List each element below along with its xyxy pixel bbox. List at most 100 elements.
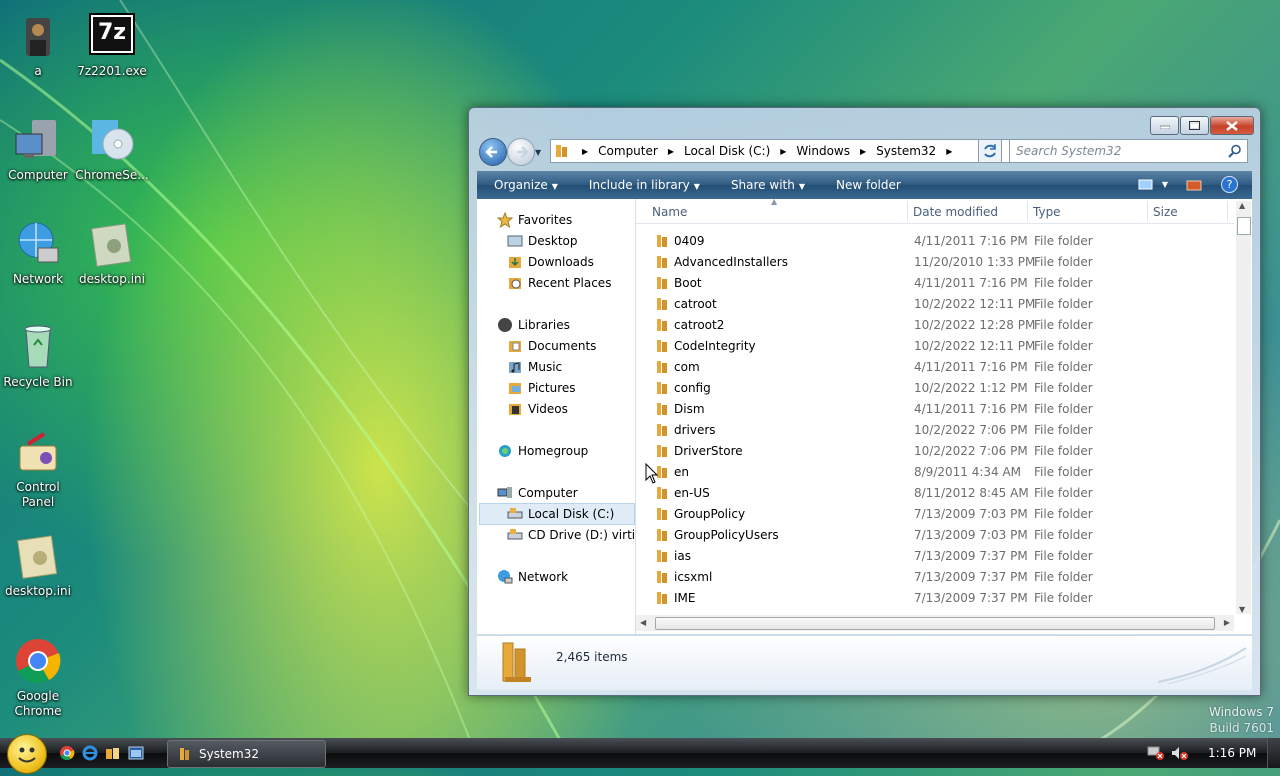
minimize-button[interactable] bbox=[1150, 116, 1179, 135]
vertical-scroll-thumb[interactable] bbox=[1237, 217, 1251, 235]
nav-homegroup[interactable]: Homegroup bbox=[497, 443, 588, 459]
column-size[interactable]: Size bbox=[1153, 205, 1178, 219]
nav-documents[interactable]: Documents bbox=[507, 338, 596, 354]
table-row[interactable]: DriverStore 10/2/2022 7:06 PM File folder bbox=[650, 440, 1230, 461]
column-name[interactable]: Name bbox=[652, 205, 687, 219]
maximize-button[interactable] bbox=[1180, 116, 1209, 135]
desktop-icon-7zip[interactable]: 7z 7z2201.exe bbox=[74, 12, 150, 79]
table-row[interactable]: ias 7/13/2009 7:37 PM File folder bbox=[650, 545, 1230, 566]
scroll-up-icon[interactable]: ▲ bbox=[1239, 201, 1245, 210]
refresh-button[interactable] bbox=[978, 139, 1002, 163]
nav-recent-places[interactable]: Recent Places bbox=[507, 275, 611, 291]
breadcrumb-chevron-icon[interactable]: ▶ bbox=[860, 147, 866, 156]
desktop-icon-google-chrome[interactable]: Google Chrome bbox=[0, 637, 76, 719]
table-row[interactable]: en 8/9/2011 4:34 AM File folder bbox=[650, 461, 1230, 482]
nav-desktop[interactable]: Desktop bbox=[507, 233, 578, 249]
nav-local-disk[interactable]: Local Disk (C:) bbox=[507, 506, 614, 522]
new-folder-button[interactable]: New folder bbox=[836, 178, 901, 192]
view-dropdown-icon[interactable]: ▼ bbox=[1162, 180, 1168, 189]
desktop-icon-computer[interactable]: Computer bbox=[0, 116, 76, 183]
vertical-scrollbar[interactable]: ▲ ▼ bbox=[1236, 201, 1251, 614]
breadcrumb-chevron-icon[interactable]: ▶ bbox=[946, 147, 952, 156]
taskbar-window-system32[interactable]: System32 bbox=[167, 740, 326, 768]
table-row[interactable]: com 4/11/2011 7:16 PM File folder bbox=[650, 356, 1230, 377]
desktop-icon-chromesetup[interactable]: ChromeSe... bbox=[74, 116, 150, 183]
scroll-right-icon[interactable]: ▶ bbox=[1224, 618, 1230, 627]
tray-network-error[interactable] bbox=[1147, 745, 1165, 764]
explorer-window[interactable]: ▼ ▶ Computer ▶ Local Disk (C:) ▶ Windows… bbox=[468, 107, 1261, 696]
nav-favorites[interactable]: Favorites bbox=[497, 212, 572, 228]
nav-libraries[interactable]: Libraries bbox=[497, 317, 570, 333]
table-row[interactable]: GroupPolicy 7/13/2009 7:03 PM File folder bbox=[650, 503, 1230, 524]
table-row[interactable]: 0409 4/11/2011 7:16 PM File folder bbox=[650, 230, 1230, 251]
breadcrumb-system32[interactable]: System32 bbox=[876, 144, 936, 158]
search-box[interactable]: Search System32 bbox=[1009, 139, 1248, 163]
nav-downloads[interactable]: Downloads bbox=[507, 254, 594, 270]
column-separator[interactable] bbox=[1027, 201, 1028, 221]
quicklaunch-internet-explorer[interactable] bbox=[82, 745, 98, 764]
desktop-icon-recycle-bin[interactable]: Recycle Bin bbox=[0, 323, 76, 390]
include-in-library-menu[interactable]: Include in library ▼ bbox=[589, 178, 700, 192]
desktop-icon-label: Google Chrome bbox=[14, 689, 62, 718]
new-folder-label: New folder bbox=[836, 178, 901, 192]
table-row[interactable]: config 10/2/2022 1:12 PM File folder bbox=[650, 377, 1230, 398]
column-separator[interactable] bbox=[1147, 201, 1148, 221]
show-desktop-button[interactable] bbox=[1267, 738, 1280, 768]
scroll-left-icon[interactable]: ◀ bbox=[640, 618, 646, 627]
organize-menu[interactable]: Organize ▼ bbox=[494, 178, 558, 192]
nav-computer[interactable]: Computer bbox=[497, 485, 578, 501]
back-button[interactable] bbox=[479, 138, 507, 166]
address-bar[interactable]: ▶ Computer ▶ Local Disk (C:) ▶ Windows ▶… bbox=[550, 139, 1052, 163]
table-row[interactable]: catroot 10/2/2022 12:11 PM File folder bbox=[650, 293, 1230, 314]
view-options-button[interactable] bbox=[1138, 178, 1154, 195]
quicklaunch-chrome[interactable] bbox=[59, 745, 75, 764]
nav-videos[interactable]: Videos bbox=[507, 401, 568, 417]
scroll-down-icon[interactable]: ▼ bbox=[1239, 605, 1245, 614]
search-icon[interactable] bbox=[1228, 144, 1242, 158]
recent-pages-chevron-icon[interactable]: ▼ bbox=[535, 148, 541, 157]
file-list[interactable]: Name ▲ Date modified Type Size 0409 4/11/… bbox=[636, 197, 1252, 634]
breadcrumb-chevron-icon[interactable]: ▶ bbox=[780, 147, 786, 156]
quicklaunch-explorer[interactable] bbox=[105, 745, 121, 764]
desktop-icon-network[interactable]: Network bbox=[0, 220, 76, 287]
table-row[interactable]: GroupPolicyUsers 7/13/2009 7:03 PM File fo… bbox=[650, 524, 1230, 545]
column-type[interactable]: Type bbox=[1033, 205, 1061, 219]
table-row[interactable]: drivers 10/2/2022 7:06 PM File folder bbox=[650, 419, 1230, 440]
table-row[interactable]: Boot 4/11/2011 7:16 PM File folder bbox=[650, 272, 1230, 293]
close-button[interactable] bbox=[1210, 116, 1254, 135]
breadcrumb-chevron-icon[interactable]: ▶ bbox=[668, 147, 674, 156]
table-row[interactable]: AdvancedInstallers 11/20/2010 1:33 PM File… bbox=[650, 251, 1230, 272]
horizontal-scrollbar[interactable]: ◀ ▶ bbox=[636, 615, 1234, 631]
breadcrumb-computer[interactable]: Computer bbox=[598, 144, 658, 158]
table-row[interactable]: en-US 8/11/2012 8:45 AM File folder bbox=[650, 482, 1230, 503]
nav-pictures[interactable]: Pictures bbox=[507, 380, 576, 396]
preview-pane-button[interactable] bbox=[1186, 178, 1202, 195]
desktop-icon-a[interactable]: a bbox=[0, 12, 76, 79]
help-icon[interactable]: ? bbox=[1221, 176, 1238, 193]
table-row[interactable]: IME 7/13/2009 7:37 PM File folder bbox=[650, 587, 1230, 608]
table-row[interactable]: Dism 4/11/2011 7:16 PM File folder bbox=[650, 398, 1230, 419]
nav-network[interactable]: Network bbox=[497, 569, 568, 585]
clock[interactable]: 1:16 PM bbox=[1208, 746, 1256, 760]
horizontal-scroll-thumb[interactable] bbox=[655, 617, 1215, 630]
nav-music[interactable]: Music bbox=[507, 359, 562, 375]
column-date-modified[interactable]: Date modified bbox=[913, 205, 998, 219]
share-with-menu[interactable]: Share with ▼ bbox=[731, 178, 805, 192]
nav-cd-drive[interactable]: CD Drive (D:) virtio-w bbox=[507, 527, 635, 543]
table-row[interactable]: icsxml 7/13/2009 7:37 PM File folder bbox=[650, 566, 1230, 587]
tray-volume-muted[interactable] bbox=[1171, 745, 1189, 764]
desktop-icon-desktop-ini-1[interactable]: desktop.ini bbox=[74, 220, 150, 287]
table-row[interactable]: CodeIntegrity 10/2/2022 12:11 PM File fold… bbox=[650, 335, 1230, 356]
breadcrumb-chevron-icon[interactable]: ▶ bbox=[582, 147, 588, 156]
column-separator[interactable] bbox=[1227, 201, 1228, 221]
breadcrumb-local-disk[interactable]: Local Disk (C:) bbox=[684, 144, 770, 158]
desktop-icon-desktop-ini-2[interactable]: desktop.ini bbox=[0, 532, 76, 599]
table-row[interactable]: catroot2 10/2/2022 12:28 PM File folder bbox=[650, 314, 1230, 335]
desktop-icon-control-panel[interactable]: Control Panel bbox=[0, 428, 76, 510]
quicklaunch-media[interactable] bbox=[128, 745, 144, 764]
breadcrumb-windows[interactable]: Windows bbox=[796, 144, 850, 158]
column-separator[interactable] bbox=[907, 201, 908, 221]
forward-button[interactable] bbox=[507, 138, 535, 166]
folder-icon bbox=[657, 487, 667, 499]
start-button[interactable] bbox=[7, 734, 47, 774]
